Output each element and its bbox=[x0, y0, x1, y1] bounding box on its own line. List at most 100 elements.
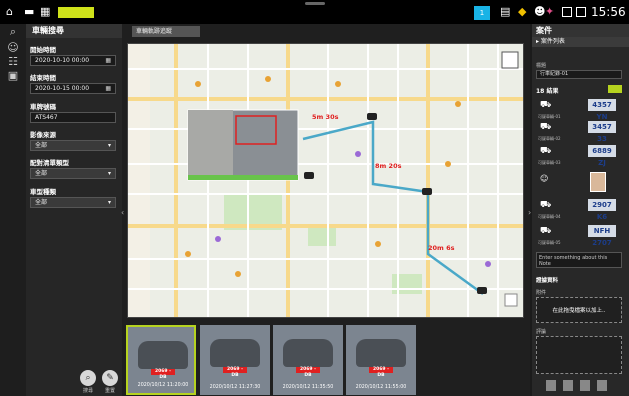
plate-tag: 2069 - DB bbox=[151, 369, 175, 380]
car-icon: ⛟ bbox=[540, 226, 552, 236]
face-icon: ☺ bbox=[540, 174, 549, 183]
vehicle-type-select[interactable]: 全部 ▾ bbox=[30, 197, 116, 208]
layout-icon[interactable]: ▬ bbox=[24, 6, 34, 17]
route-time-1: 5m 30s bbox=[312, 113, 339, 121]
person-icon[interactable]: ☻ bbox=[534, 6, 545, 17]
left-sidebar: ⌕ ☺ ☷ ▣ 車輛搜尋 bbox=[0, 24, 122, 396]
file-icon[interactable] bbox=[546, 380, 556, 391]
note-input[interactable]: Enter something about this Note bbox=[536, 252, 622, 268]
car-icon: ⛟ bbox=[540, 146, 552, 156]
plate-image: 4357 YN bbox=[588, 99, 616, 121]
start-time-field[interactable]: 2020-10-10 00:00 ▦ bbox=[30, 55, 116, 66]
case-title: 案件 bbox=[532, 24, 629, 37]
route-time-3: 20m 6s bbox=[428, 244, 455, 252]
tool-rail: ⌕ ☺ ☷ ▣ bbox=[0, 24, 26, 396]
vehicle-tool-icon[interactable]: ▣ bbox=[6, 70, 20, 82]
plate-image: NFH 2707 bbox=[588, 225, 616, 247]
plate-image: 3457 33 bbox=[588, 121, 616, 143]
chevron-down-icon: ▾ bbox=[107, 142, 111, 149]
result-row[interactable]: ⛟ 可疑車輛-03 6889 ZJ bbox=[538, 142, 620, 170]
calendar-icon[interactable]: ▦ bbox=[105, 56, 111, 65]
snapshot-thumbnail[interactable]: 2069 - DB 2020/10/12 11:35:50 bbox=[273, 325, 343, 395]
snapshot-thumbnail[interactable]: 2069 - DB 2020/10/12 11:20:00 bbox=[126, 325, 196, 395]
evidence-label: 證據資料 bbox=[536, 278, 559, 284]
clear-button-label: 重置 bbox=[104, 388, 115, 394]
collapse-right-icon[interactable]: › bbox=[528, 208, 531, 217]
plate-image: 6889 ZJ bbox=[588, 145, 616, 167]
plate-field[interactable]: ATS467 bbox=[30, 112, 116, 123]
vehicle-type-label: 車型種類 bbox=[30, 188, 56, 196]
save-icon[interactable] bbox=[563, 380, 573, 391]
undo-icon[interactable] bbox=[597, 380, 607, 391]
snapshot-time: 2020/10/12 11:55:00 bbox=[355, 385, 407, 390]
face-tool-icon[interactable]: ☺ bbox=[6, 42, 20, 54]
top-bar: ⌂ ▬ ▦ 1 ▤ ◆ ☻ ✦ 15:56 bbox=[0, 0, 629, 24]
map-view[interactable]: 5m 30s 8m 20s 20m 6s bbox=[127, 43, 524, 318]
comment-label: 評論 bbox=[536, 329, 547, 335]
face-image bbox=[590, 172, 606, 192]
snapshot-time: 2020/10/12 11:27:30 bbox=[209, 385, 261, 390]
collapse-left-icon[interactable]: ‹ bbox=[121, 208, 124, 217]
result-row[interactable]: ⛟ 可疑車輛-05 NFH 2707 bbox=[538, 222, 620, 250]
vehicle-image bbox=[283, 339, 333, 367]
panel-title: 車輛搜尋 bbox=[26, 24, 122, 38]
vehicle-image bbox=[138, 341, 188, 369]
end-time-field[interactable]: 2020-10-15 00:00 ▦ bbox=[30, 83, 116, 94]
list-type-select[interactable]: 全部 ▾ bbox=[30, 168, 116, 179]
home-icon[interactable]: ⌂ bbox=[6, 6, 13, 17]
car-icon: ⛟ bbox=[540, 100, 552, 110]
grid-icon[interactable]: ▦ bbox=[40, 6, 50, 17]
chevron-down-icon: ▾ bbox=[107, 199, 111, 206]
plate-tag: 2069 - DB bbox=[296, 367, 320, 378]
plate-label: 車牌號碼 bbox=[30, 103, 56, 111]
snapshot-time: 2020/10/12 11:35:50 bbox=[282, 385, 334, 390]
car-icon: ⛟ bbox=[540, 122, 552, 132]
results-toggle[interactable] bbox=[608, 85, 622, 93]
clear-button[interactable]: ✎ bbox=[102, 370, 118, 386]
results-count: 18 結果 bbox=[536, 88, 559, 95]
case-title-input[interactable]: 行車紀錄-01 bbox=[536, 70, 622, 79]
snapshot-time: 2020/10/12 11:20:00 bbox=[137, 383, 189, 388]
result-row[interactable]: ⛟ 可疑車輛-04 2907 K6 bbox=[538, 196, 620, 224]
comment-box[interactable] bbox=[536, 336, 622, 374]
face-result-row[interactable]: ☺ bbox=[538, 170, 620, 192]
search-icon: ⌕ bbox=[85, 373, 91, 383]
alert-icon[interactable]: ✦ bbox=[545, 6, 554, 17]
drag-handle[interactable] bbox=[305, 2, 325, 5]
vehicle-image bbox=[356, 339, 406, 367]
car-icon: ⛟ bbox=[540, 200, 552, 210]
export-icon[interactable] bbox=[580, 380, 590, 391]
calendar-icon[interactable]: ▦ bbox=[105, 84, 111, 93]
search-tool-icon[interactable]: ⌕ bbox=[6, 26, 20, 38]
screen-icon[interactable] bbox=[562, 7, 572, 17]
clock: 15:56 bbox=[591, 5, 626, 19]
window-icon[interactable] bbox=[576, 7, 586, 17]
notification-badge[interactable]: 1 bbox=[474, 6, 490, 20]
plate-image: 2907 K6 bbox=[588, 199, 616, 221]
route-time-2: 8m 20s bbox=[375, 162, 402, 170]
attachment-dropzone[interactable]: 在此拖曳檔案以加上.. bbox=[536, 297, 622, 323]
snapshot-thumbnail[interactable]: 2069 - DB 2020/10/12 11:55:00 bbox=[346, 325, 416, 395]
end-time-label: 結束時間 bbox=[30, 74, 56, 82]
list-type-label: 配對清單類型 bbox=[30, 159, 69, 167]
attachment-label: 附件 bbox=[536, 290, 547, 296]
source-label: 影像來源 bbox=[30, 131, 56, 139]
case-list-header[interactable]: ▸ 案件列表 bbox=[532, 37, 629, 47]
chevron-down-icon: ▾ bbox=[107, 170, 111, 177]
map-canvas bbox=[128, 44, 523, 317]
map-tab[interactable]: 車輛軌跡追蹤 bbox=[132, 26, 200, 37]
vehicle-image bbox=[210, 339, 260, 367]
warning-icon[interactable]: ◆ bbox=[518, 6, 526, 17]
layout-grid-icon[interactable]: ▤ bbox=[500, 6, 510, 17]
title-label: 標題 bbox=[536, 63, 547, 69]
snapshot-thumbnail[interactable]: 2069 - DB 2020/10/12 11:27:30 bbox=[200, 325, 270, 395]
plate-tag: 2069 - DB bbox=[223, 367, 247, 378]
plate-tag: 2069 - DB bbox=[369, 367, 393, 378]
source-select[interactable]: 全部 ▾ bbox=[30, 140, 116, 151]
clear-icon: ✎ bbox=[106, 373, 114, 383]
search-button[interactable]: ⌕ bbox=[80, 370, 96, 386]
active-tag[interactable] bbox=[58, 7, 94, 18]
park-area bbox=[308, 228, 336, 246]
people-tool-icon[interactable]: ☷ bbox=[6, 56, 20, 68]
start-time-label: 開始時間 bbox=[30, 46, 56, 54]
